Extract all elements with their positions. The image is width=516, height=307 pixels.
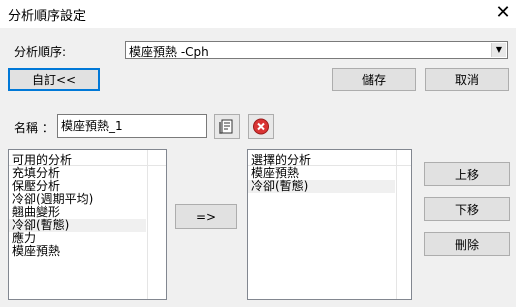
chosen-list-header: 選擇的分析 — [248, 150, 411, 167]
save-button[interactable]: 儲存 — [332, 68, 416, 91]
chevron-down-icon[interactable]: ▼ — [491, 43, 506, 57]
column-divider — [147, 150, 148, 299]
analysis-order-value: 模座預熱 -Cph — [129, 45, 209, 59]
move-up-button[interactable]: 上移 — [424, 162, 510, 186]
document-edit-icon — [219, 119, 233, 134]
custom-button[interactable]: 自訂<< — [8, 68, 100, 91]
name-field-value: 模座預熱_1 — [61, 119, 123, 133]
available-list-header: 可用的分析 — [9, 150, 166, 167]
name-remove-button[interactable] — [248, 114, 274, 139]
name-action-button[interactable] — [214, 114, 240, 139]
chosen-analyses-list[interactable]: 選擇的分析 模座預熱 冷卻(暫態) — [247, 149, 412, 300]
close-icon[interactable]: ✕ — [492, 1, 514, 25]
add-button[interactable]: => — [175, 204, 237, 229]
cancel-button[interactable]: 取消 — [425, 68, 509, 91]
analysis-order-select[interactable]: 模座預熱 -Cph ▼ — [125, 41, 508, 59]
name-field[interactable]: 模座預熱_1 — [57, 114, 207, 138]
move-down-button[interactable]: 下移 — [424, 197, 510, 221]
list-item-selected[interactable]: 冷卻(暫態) — [248, 180, 395, 193]
window-title: 分析順序設定 — [8, 9, 87, 24]
column-divider — [396, 150, 397, 299]
name-label: 名稱 ： — [14, 121, 54, 135]
order-label: 分析順序: — [14, 45, 67, 59]
available-analyses-list[interactable]: 可用的分析 充填分析 保壓分析 冷卻(週期平均) 翹曲變形 冷卻(暫態) 應力 … — [8, 149, 167, 300]
delete-button[interactable]: 刪除 — [424, 232, 510, 256]
red-circle-x-icon — [253, 118, 269, 135]
list-item[interactable]: 模座預熱 — [9, 245, 146, 258]
